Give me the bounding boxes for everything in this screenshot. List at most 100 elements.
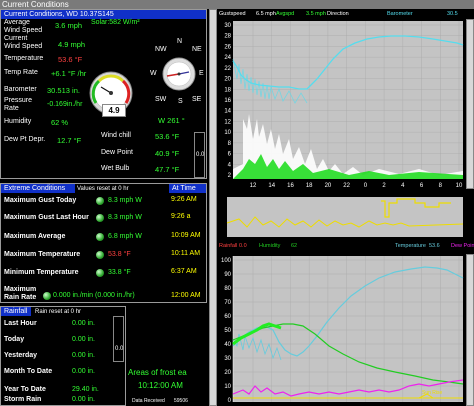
current-conditions-header: Current Conditions, WD 10.37S145 [1,10,206,19]
rainfall-reset-note: Rain reset at 0 hr [35,309,82,315]
legend-barometer: Barometer [387,11,413,17]
temp-y-tick-label: 40 [224,342,231,348]
temp-y-tick-label: 10 [224,384,231,390]
wind-y-tick-label: 22 [224,66,231,72]
legend-avgspd: Avgspd [276,11,295,17]
temp-y-tick-label: 30 [224,356,231,362]
barometer-value: 30.513 in. [47,86,80,95]
cur-wind-value: 4.9 mph [58,40,86,49]
wind-y-tick-label: 10 [224,130,231,136]
strip-temperature-label: Temperature [395,243,426,249]
extreme-row-value: 0.000 in./min (0.000 in./hr) [53,292,135,299]
rainfall-row-value: 29.40 in. [72,386,99,393]
forecast-time: 10:12:00 AM [138,381,183,390]
temp-y-tick-label: 90 [224,272,231,278]
extreme-row-time: 12:00 AM [171,292,201,299]
wet-bulb-value: 47.7 °F [155,165,180,174]
wind-x-tick-label: 8 [439,183,443,189]
extreme-row-label: Maximum Gust Last Hour [4,214,89,221]
wind-y-tick-label: 8 [228,141,232,147]
wind-y-tick-label: 6 [228,152,232,158]
avg-wind-label: Average Wind Speed [4,19,43,34]
extreme-row-label: Maximum Rain Rate [4,286,37,301]
data-received-label: Data Received [132,398,165,404]
rainfall-row-label: Yesterday [4,352,38,359]
extreme-row-value: 8.3 mph W [108,214,142,221]
dew-point-label: Dew Point [101,149,133,156]
sunrise-label: Sun Rise [422,390,443,396]
strip-dewpoint-label: Dew Point [451,243,474,249]
strip-rainfall-label: Rainfall [219,243,238,249]
status-indicator-icon [96,197,104,205]
wind-chart-scrollbar[interactable] [466,19,474,189]
status-indicator-icon [96,214,104,222]
temp-humidity-chart: 1009080706050403020100 Sun Rise [221,256,464,404]
legend-direction: Direction [327,11,349,17]
temp-y-tick-label: 20 [224,370,231,376]
wind-x-tick-label: 14 [268,183,275,189]
wind-barometer-chart: 30282624222018161412108642 12 14 16 18 20 22 0… [224,21,464,189]
extreme-row-label: Maximum Average [4,233,66,240]
wind-y-tick-label: 4 [228,162,232,168]
wind-y-tick-label: 18 [224,87,231,93]
extreme-row-label: Maximum Temperature [4,251,81,258]
wind-y-tick-label: 20 [224,77,231,83]
avg-wind-value: 3.6 mph [55,21,83,30]
rainfall-row-label: Year To Date [4,386,46,393]
wind-chart-legend: Gustspeed 6.5 mph Avgspd 3.5 mph Directi… [219,9,474,19]
extreme-row-time: 10:09 AM [171,232,201,239]
at-time-header: At Time [169,184,206,193]
pressure-rate-value: -0.169in./hr [47,101,83,108]
temp-chart-scrollbar[interactable] [466,254,474,406]
humidity-label: Humidity [4,118,32,125]
wind-y-tick-label: 26 [224,44,231,50]
status-indicator-icon [96,251,104,259]
extreme-row-value: 6.8 mph W [108,233,142,240]
compass-s-label: S [178,98,183,105]
wind-x-tick-label: 16 [287,183,294,189]
wind-y-tick-label: 2 [228,173,232,179]
legend-gust: Gustspeed [219,11,246,17]
forecast-text: Areas of frost ea [128,368,187,377]
extreme-row-value: 33.8 °F [108,269,131,276]
temp-rate-value: +6.1 °F /hr [51,69,87,78]
panel-splitter-scrollbar[interactable] [209,9,217,406]
solar-value: Solar:582 W/m² [91,19,140,26]
wind-y-tick-label: 24 [224,55,231,61]
strip-val2: 62 [291,243,298,249]
extreme-row-time: 10:11 AM [171,250,201,257]
current-mini-box: 0.0 [194,132,205,178]
cur-wind-label: Current Wind Speed [4,35,43,50]
dew-point-value: 40.9 °F [155,149,180,158]
wind-y-tick-label: 16 [224,98,231,104]
wind-direction-value: W 261 ° [158,116,185,125]
temp-y-tick-label: 100 [221,258,232,264]
humidity-value: 62 % [51,118,69,127]
rainfall-mini-box: 0.0 [113,316,124,362]
extreme-row-label: Maximum Gust Today [4,197,77,204]
strip-val1: 0.0 [239,243,247,249]
temperature-label: Temperature [4,55,44,62]
compass-n-label: N [177,38,183,45]
extreme-row-value: 8.3 mph W [108,197,142,204]
temp-rate-label: Temp Rate [4,69,38,76]
temp-y-tick-label: 0 [228,398,232,404]
rainfall-row-value: 0.00 in. [72,320,95,327]
wind-x-tick-label: 2 [382,183,386,189]
data-received-value: 59506 [174,398,188,404]
wind-x-tick-label: 10 [456,183,463,189]
temp-y-tick-label: 80 [224,286,231,292]
wind-y-tick-label: 30 [224,23,231,29]
rainfall-row-value: 0.00 in. [72,368,95,375]
compass-e-label: E [199,70,204,77]
rainfall-row-label: Last Hour [4,320,37,327]
wind-y-tick-label: 14 [224,109,231,115]
compass-se-label: SE [192,96,202,103]
extreme-row-label: Minimum Temperature [4,269,79,276]
strip-val3: 53.6 [429,243,440,249]
wind-x-tick-label: 6 [420,183,424,189]
rainfall-row-value: 0.00 in. [72,396,95,403]
wind-chill-label: Wind chill [101,132,131,139]
legend-gust-mph: 6.5 mph [256,11,276,17]
rainfall-row-label: Storm Rain [4,396,42,403]
